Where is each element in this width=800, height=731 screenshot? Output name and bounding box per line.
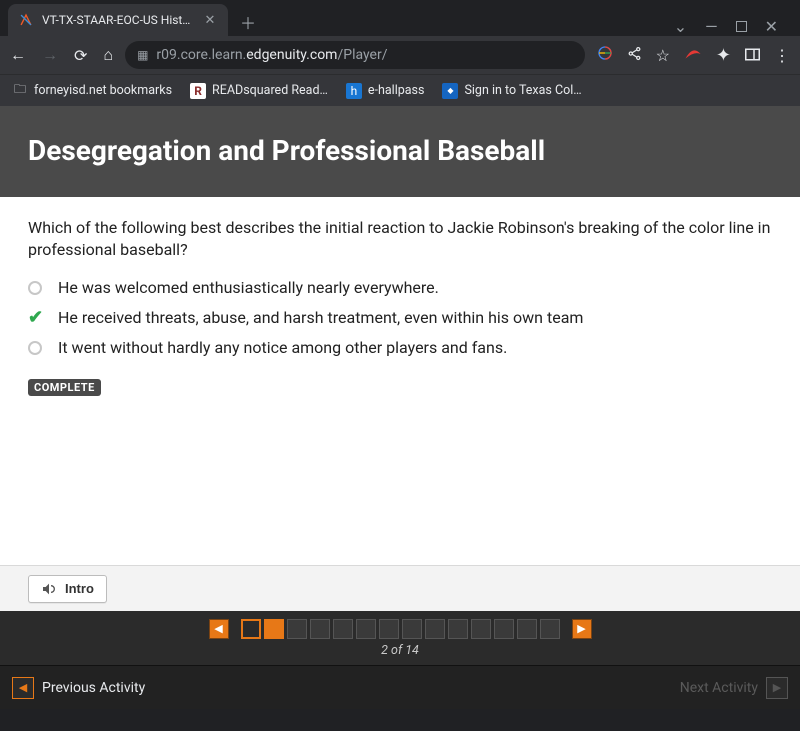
activity-footer: ◀ Previous Activity Next Activity ▶: [0, 665, 800, 709]
google-icon[interactable]: [597, 45, 613, 65]
page-indicator-14[interactable]: [540, 619, 560, 639]
previous-activity-label: Previous Activity: [42, 680, 145, 696]
window-close-icon[interactable]: ✕: [765, 17, 778, 36]
page-indicator-9[interactable]: [425, 619, 445, 639]
page-indicator-10[interactable]: [448, 619, 468, 639]
panel-icon[interactable]: [745, 46, 760, 65]
page-indicator-5[interactable]: [333, 619, 353, 639]
chevron-down-icon[interactable]: ⌄: [674, 17, 687, 36]
bookmark-folder-forneyisd[interactable]: 🗀 forneyisd.net bookmarks: [12, 83, 172, 99]
next-activity-label: Next Activity: [680, 680, 758, 696]
chevron-right-icon: ▶: [766, 677, 788, 699]
forward-icon[interactable]: →: [42, 45, 58, 65]
page-indicator-13[interactable]: [517, 619, 537, 639]
menu-icon[interactable]: ⋮: [774, 46, 790, 65]
page-indicator-3[interactable]: [287, 619, 307, 639]
previous-activity-button[interactable]: ◀ Previous Activity: [12, 677, 145, 699]
minimize-icon[interactable]: —: [705, 17, 718, 36]
reload-icon[interactable]: ⟳: [74, 46, 87, 65]
bookmarks-bar: 🗀 forneyisd.net bookmarks R READsquared …: [0, 74, 800, 106]
check-icon: ✔: [28, 307, 42, 328]
bookmark-label: READsquared Read…: [212, 83, 328, 98]
answer-option-a[interactable]: He was welcomed enthusiastically nearly …: [28, 278, 772, 297]
speaker-icon: [41, 581, 57, 597]
page-indicator-6[interactable]: [356, 619, 376, 639]
lesson-header: Desegregation and Professional Baseball: [0, 106, 800, 197]
page-indicator-7[interactable]: [379, 619, 399, 639]
site-info-icon[interactable]: ▦: [137, 48, 148, 62]
tab-favicon: [18, 12, 34, 28]
address-bar[interactable]: ▦ r09.core.learn.edgenuity.com/Player/: [125, 41, 584, 69]
page-indicator-11[interactable]: [471, 619, 491, 639]
page-indicator-1[interactable]: [241, 619, 261, 639]
share-icon[interactable]: [627, 46, 642, 65]
pager-caption: 2 of 14: [381, 643, 419, 658]
folder-icon: 🗀: [12, 83, 28, 99]
swoosh-extension-icon[interactable]: [684, 46, 702, 65]
bookmark-label: forneyisd.net bookmarks: [34, 83, 172, 98]
browser-toolbar: ← → ⟳ ⌂ ▦ r09.core.learn.edgenuity.com/P…: [0, 36, 800, 74]
close-icon[interactable]: ✕: [202, 13, 218, 28]
bookmark-readsquared[interactable]: R READsquared Read…: [190, 83, 328, 99]
browser-tab-strip: VT-TX-STAAR-EOC-US History - In ✕ ＋ ⌄ — …: [0, 0, 800, 36]
tab-title: VT-TX-STAAR-EOC-US History - In: [42, 13, 194, 27]
page-indicator-4[interactable]: [310, 619, 330, 639]
page-indicator-2[interactable]: [264, 619, 284, 639]
answer-options: He was welcomed enthusiastically nearly …: [28, 278, 772, 357]
url-text: r09.core.learn.edgenuity.com/Player/: [156, 47, 387, 63]
back-icon[interactable]: ←: [10, 45, 26, 65]
chevron-left-icon: ◀: [12, 677, 34, 699]
bookmark-favicon: h: [346, 83, 362, 99]
pager-prev-button[interactable]: ◀: [209, 619, 229, 639]
answer-label: He received threats, abuse, and harsh tr…: [58, 308, 583, 327]
window-controls: ⌄ — ✕: [674, 17, 792, 36]
question-panel: Which of the following best describes th…: [0, 197, 800, 565]
star-icon[interactable]: ☆: [656, 46, 670, 65]
radio-icon: [28, 281, 42, 295]
page-title: Desegregation and Professional Baseball: [28, 134, 772, 167]
browser-tab[interactable]: VT-TX-STAAR-EOC-US History - In ✕: [8, 4, 228, 36]
bookmark-ehallpass[interactable]: h e-hallpass: [346, 83, 425, 99]
bookmark-label: e-hallpass: [368, 83, 425, 98]
complete-badge: COMPLETE: [28, 379, 101, 396]
home-icon[interactable]: ⌂: [103, 45, 113, 65]
intro-label: Intro: [65, 581, 94, 596]
intro-bar: Intro: [0, 565, 800, 611]
bookmark-favicon: ◆: [442, 83, 458, 99]
extensions-icon[interactable]: ✦: [716, 45, 731, 66]
bookmark-favicon: R: [190, 83, 206, 99]
answer-label: It went without hardly any notice among …: [58, 338, 507, 357]
answer-label: He was welcomed enthusiastically nearly …: [58, 278, 439, 297]
page-indicator-12[interactable]: [494, 619, 514, 639]
new-tab-button[interactable]: ＋: [234, 8, 262, 36]
intro-button[interactable]: Intro: [28, 575, 107, 603]
answer-option-b[interactable]: ✔ He received threats, abuse, and harsh …: [28, 307, 772, 328]
pager-next-button[interactable]: ▶: [572, 619, 592, 639]
question-text: Which of the following best describes th…: [28, 217, 772, 260]
answer-option-c[interactable]: It went without hardly any notice among …: [28, 338, 772, 357]
radio-icon: [28, 341, 42, 355]
maximize-icon[interactable]: [736, 21, 747, 32]
page-navigator: ◀ ▶ 2 of 14: [0, 611, 800, 665]
next-activity-button: Next Activity ▶: [680, 677, 788, 699]
bookmark-label: Sign in to Texas Col…: [464, 83, 581, 98]
bookmark-texas-college[interactable]: ◆ Sign in to Texas Col…: [442, 83, 581, 99]
page-indicator-8[interactable]: [402, 619, 422, 639]
